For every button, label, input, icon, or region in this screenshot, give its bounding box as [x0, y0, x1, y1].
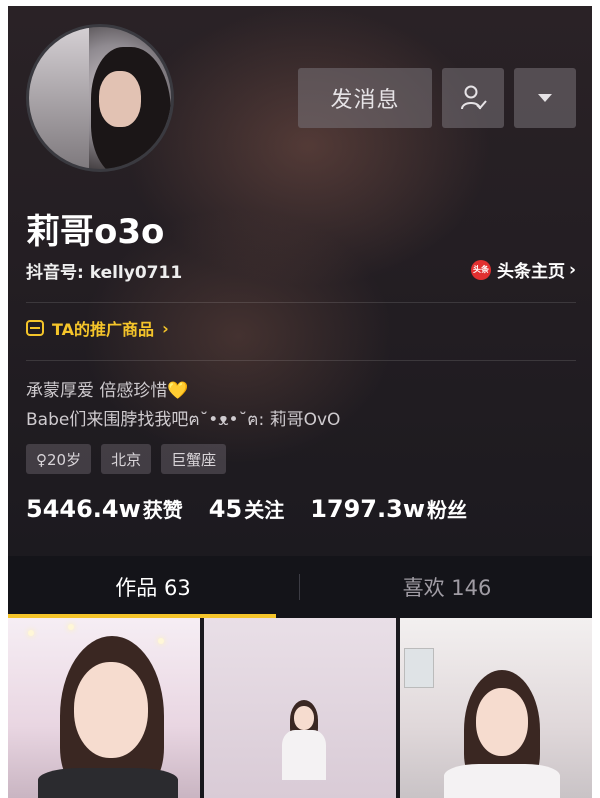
shop-icon [26, 320, 44, 336]
avatar-background [29, 27, 89, 169]
likes-stat[interactable]: 5446.4w 获赞 [26, 494, 183, 523]
person-face [476, 688, 528, 756]
profile-tags: ♀20岁 北京 巨蟹座 [26, 444, 227, 474]
likes-count: 5446.4w [26, 495, 141, 523]
person-body [38, 768, 178, 798]
send-message-label: 发消息 [330, 88, 400, 113]
person-body [282, 730, 326, 780]
following-count: 45 [208, 495, 243, 523]
tab-likes[interactable]: 喜欢 146 [302, 556, 592, 618]
user-check-icon [461, 85, 487, 110]
followers-count: 1797.3w [310, 495, 425, 523]
more-options-button[interactable] [514, 68, 576, 128]
profile-stats: 5446.4w 获赞 45 关注 1797.3w 粉丝 [26, 494, 493, 523]
chevron-right-icon: › [568, 259, 576, 280]
promoted-products-link[interactable]: TA的推广商品 › [26, 316, 169, 340]
divider [26, 302, 576, 303]
promoted-products-label: TA的推广商品 [52, 320, 155, 339]
profile-screen: 发消息 莉哥o3o 抖音号: kelly0711 头条 头条主页 › TA的推广… [8, 6, 592, 798]
followers-stat[interactable]: 1797.3w 粉丝 [310, 494, 467, 523]
fairy-light [28, 630, 34, 636]
fairy-light [158, 638, 164, 644]
content-tab-bar: 作品 63 喜欢 146 [8, 556, 592, 618]
chevron-right-icon: › [162, 318, 169, 338]
bio-line: Babe们来围脖找我吧ฅ˘•ᴥ•˘ฅ: 莉哥OvO [26, 410, 341, 430]
toutiao-homepage-link[interactable]: 头条 头条主页 › [470, 257, 576, 282]
caret-down-icon [538, 94, 552, 102]
followers-label: 粉丝 [427, 498, 467, 522]
tab-separator [299, 574, 300, 600]
toutiao-link-label: 头条主页 [496, 262, 565, 282]
following-label: 关注 [244, 498, 285, 522]
zodiac-tag: 巨蟹座 [161, 444, 227, 474]
person-face [74, 662, 148, 758]
avatar-face [99, 71, 141, 127]
gender-age-tag: ♀20岁 [26, 444, 92, 474]
video-thumbnail[interactable] [204, 618, 396, 798]
video-thumbnail[interactable] [400, 618, 592, 798]
bio-line: 承蒙厚爱 倍感珍惜💛 [26, 381, 189, 401]
toutiao-icon: 头条 [470, 259, 491, 280]
divider [26, 360, 576, 361]
tab-works[interactable]: 作品 63 [8, 556, 298, 618]
likes-label: 获赞 [142, 498, 183, 522]
nickname: 莉哥o3o [26, 212, 165, 252]
video-thumbnail[interactable] [8, 618, 200, 798]
douyin-id: 抖音号: kelly0711 [26, 263, 183, 283]
air-conditioner [404, 648, 434, 688]
person-body [444, 764, 560, 798]
fairy-light [68, 624, 74, 630]
send-message-button[interactable]: 发消息 [298, 68, 432, 128]
video-grid [8, 618, 592, 798]
person-face [294, 706, 314, 730]
followed-status-button[interactable] [442, 68, 504, 128]
location-tag: 北京 [101, 444, 152, 474]
avatar[interactable] [26, 24, 174, 172]
following-stat[interactable]: 45 关注 [209, 494, 284, 523]
